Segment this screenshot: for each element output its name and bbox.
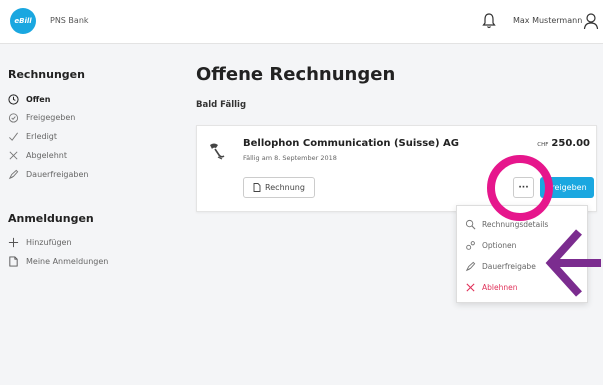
x-icon [466, 282, 475, 292]
menu-item-reject[interactable]: Ablehnen [465, 280, 517, 294]
sidebar-item-label: Hinzufügen [26, 237, 72, 247]
currency: CHF [537, 142, 549, 148]
sidebar-item-hinzufuegen[interactable]: Hinzufügen [8, 235, 72, 249]
options-dropdown-menu: Rechnungsdetails Optionen Dauerfreigabe … [456, 205, 588, 303]
sidebar-item-label: Freigegeben [26, 112, 76, 122]
menu-item-label: Optionen [482, 240, 517, 250]
top-bar: eBill PNS Bank Max Mustermann [0, 0, 603, 44]
sidebar-item-label: Erledigt [26, 131, 58, 141]
menu-item-standing-approval[interactable]: Dauerfreigabe [465, 259, 536, 273]
standing-approval-icon [8, 169, 19, 179]
user-name[interactable]: Max Mustermann [513, 16, 582, 25]
calendar-check-icon [8, 112, 19, 123]
plus-icon [8, 237, 19, 247]
sidebar-section-rechnungen: Rechnungen [8, 68, 85, 81]
section-label-due-soon: Bald Fällig [196, 100, 247, 110]
bell-icon[interactable] [481, 12, 497, 30]
biller-name: Bellophon Communication (Suisse) AG [243, 138, 459, 149]
x-icon [9, 151, 18, 159]
check-icon [9, 132, 18, 141]
more-options-button[interactable]: ··· [513, 177, 534, 198]
due-date: Fällig am 8. September 2018 [243, 154, 337, 162]
standing-approval-icon [465, 261, 476, 271]
search-detail-icon [465, 219, 476, 229]
view-bill-button[interactable]: Rechnung [243, 177, 315, 198]
view-bill-label: Rechnung [265, 183, 305, 192]
sidebar-item-abgelehnt[interactable]: Abgelehnt [8, 148, 67, 162]
document-icon [253, 183, 261, 192]
menu-item-label: Ablehnen [482, 282, 518, 292]
sidebar: Rechnungen Offen Freigegeben Erledigt Ab… [0, 44, 175, 385]
sidebar-item-erledigt[interactable]: Erledigt [8, 129, 57, 143]
menu-item-label: Dauerfreigabe [482, 261, 536, 271]
sidebar-item-meine-anmeldungen[interactable]: Meine Anmeldungen [8, 254, 108, 268]
bill-card[interactable]: Bellophon Communication (Suisse) AG Fäll… [196, 125, 597, 212]
page-title: Offene Rechnungen [196, 64, 396, 85]
bank-name: PNS Bank [50, 16, 89, 25]
sidebar-item-label: Offen [26, 94, 51, 104]
sidebar-item-label: Abgelehnt [26, 150, 67, 160]
menu-item-bill-details[interactable]: Rechnungsdetails [465, 217, 548, 231]
menu-item-label: Rechnungsdetails [482, 219, 549, 229]
menu-item-options[interactable]: Optionen [465, 238, 516, 252]
bill-amount: CHF 250.00 [537, 138, 590, 149]
biller-logo-icon [210, 143, 225, 160]
sidebar-item-label: Meine Anmeldungen [26, 256, 109, 266]
sidebar-section-anmeldungen: Anmeldungen [8, 212, 94, 225]
options-icon [466, 240, 475, 250]
amount-value: 250.00 [551, 138, 590, 149]
document-icon [9, 255, 18, 267]
user-icon[interactable] [583, 12, 599, 30]
sidebar-item-offen[interactable]: Offen [8, 92, 50, 106]
sidebar-item-label: Dauerfreigaben [26, 169, 89, 179]
sidebar-item-dauerfreigaben[interactable]: Dauerfreigaben [8, 167, 88, 181]
sidebar-item-freigegeben[interactable]: Freigegeben [8, 110, 75, 124]
clock-icon [8, 93, 19, 105]
approve-button[interactable]: Freigeben [540, 177, 594, 198]
ebill-logo[interactable]: eBill [10, 8, 36, 34]
